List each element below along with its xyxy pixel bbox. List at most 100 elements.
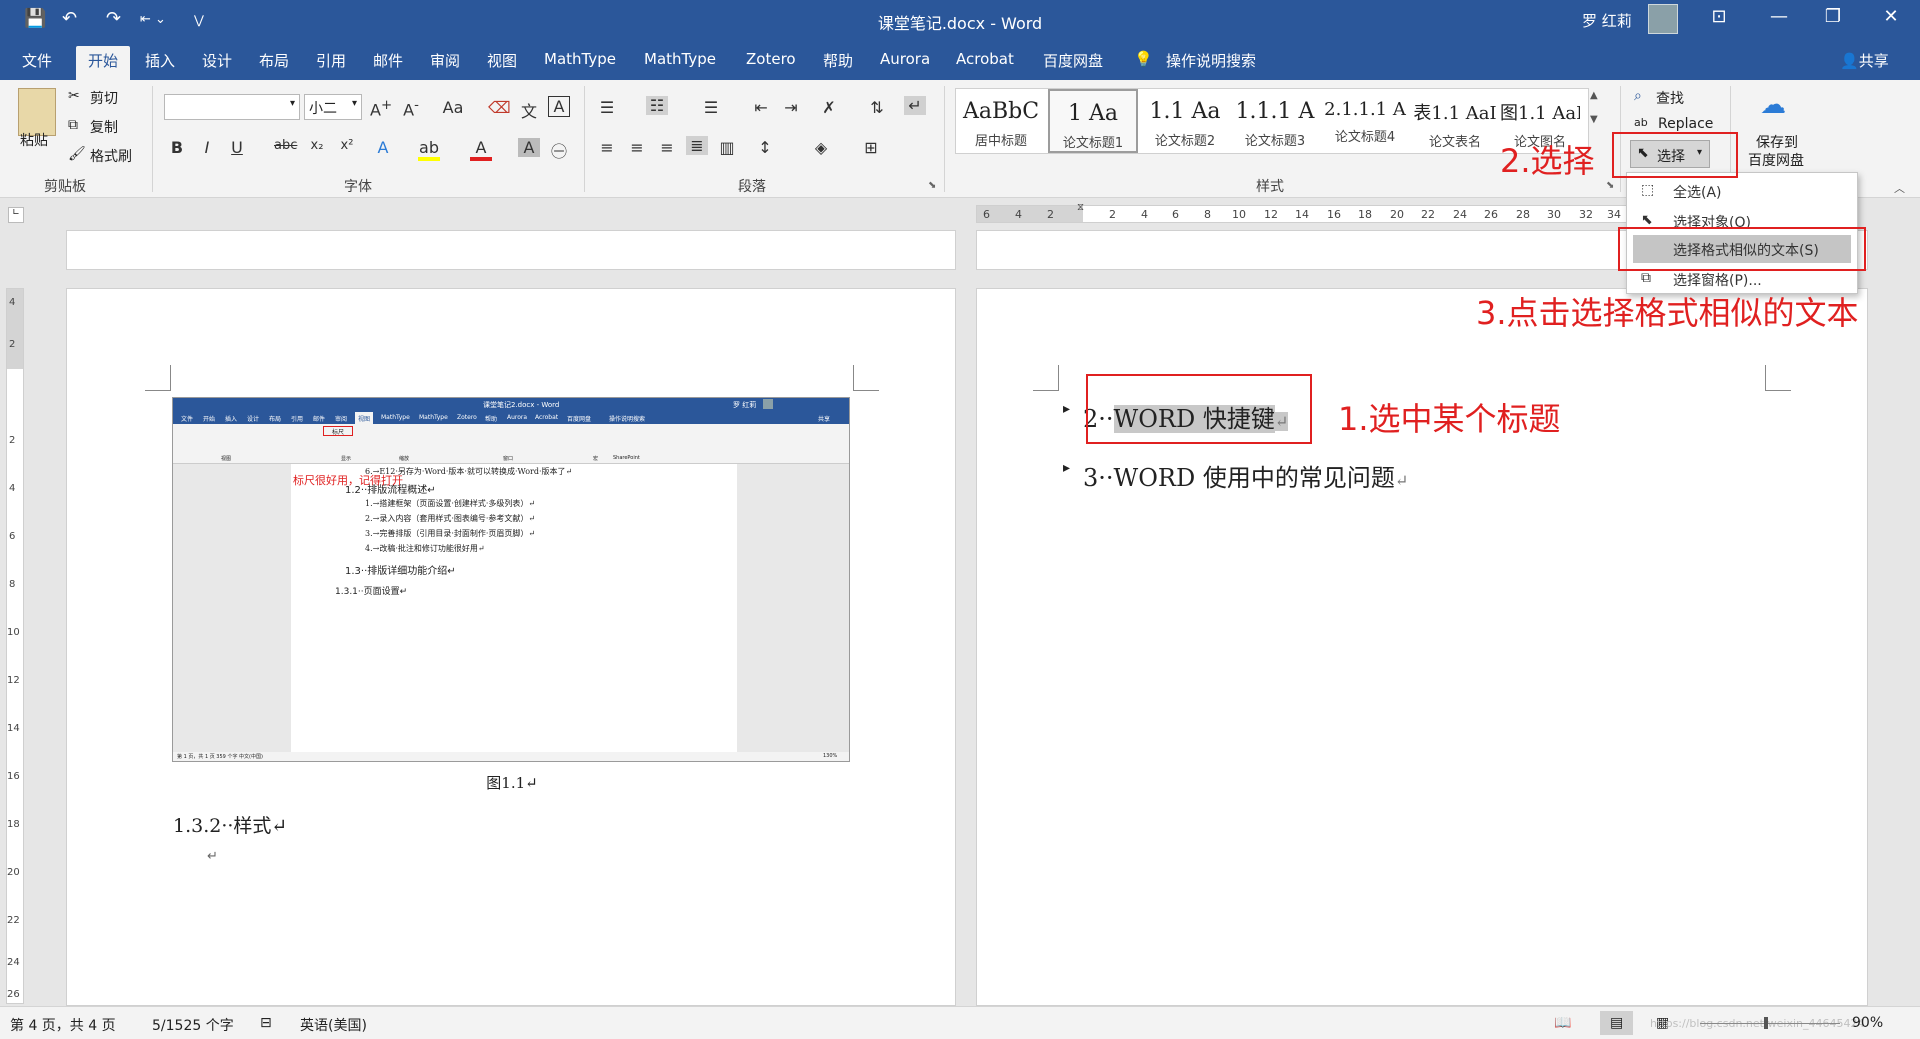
distributed-icon[interactable]: ▥ xyxy=(716,138,738,157)
enclose-character-icon[interactable]: ㊀ xyxy=(548,138,570,162)
replace-button[interactable]: Replace xyxy=(1658,116,1713,132)
tab-selector-icon[interactable]: ∟ xyxy=(8,207,24,223)
font-name-combo[interactable]: ▾ xyxy=(164,94,300,120)
line-spacing-icon[interactable]: ↕ xyxy=(754,138,776,157)
ribbon-display-icon[interactable]: ⊡ xyxy=(1704,6,1734,27)
language[interactable]: 英语(美国) xyxy=(300,1015,367,1035)
lightbulb-icon[interactable]: 💡 xyxy=(1134,50,1153,68)
grow-font-icon[interactable]: A+ xyxy=(370,98,392,119)
multilevel-list-icon[interactable]: ☰ xyxy=(700,98,722,117)
find-button[interactable]: 查找 xyxy=(1656,88,1684,108)
avatar[interactable] xyxy=(1648,4,1678,34)
tab-aurora[interactable]: Aurora xyxy=(880,50,930,68)
tab-help[interactable]: 帮助 xyxy=(823,50,853,71)
minimize-button[interactable]: — xyxy=(1764,6,1794,27)
bullets-icon[interactable]: ☰ xyxy=(596,98,618,117)
phonetic-guide-icon[interactable]: 文 xyxy=(518,98,540,122)
tab-mathtype-1[interactable]: MathType xyxy=(544,50,616,68)
tab-mailings[interactable]: 邮件 xyxy=(373,50,403,71)
format-painter-button[interactable]: 格式刷 xyxy=(90,146,132,166)
tab-design[interactable]: 设计 xyxy=(202,50,232,71)
justify-icon[interactable]: ≣ xyxy=(686,136,708,155)
style-item-selected[interactable]: 1 Aa 论文标题1 xyxy=(1048,89,1138,153)
user-name[interactable]: 罗 红莉 xyxy=(1582,10,1632,31)
copy-button[interactable]: 复制 xyxy=(90,117,118,137)
zoom-slider[interactable] xyxy=(1700,1023,1840,1024)
word-count[interactable]: 5/1525 个字 xyxy=(152,1015,234,1035)
collapse-ribbon-icon[interactable]: ︿ xyxy=(1894,180,1905,196)
italic-icon[interactable]: I xyxy=(196,138,218,157)
proofing-icon[interactable]: ⊟ xyxy=(260,1015,272,1031)
share-button[interactable]: 👤共享 xyxy=(1840,50,1889,71)
save-to-baidu-line1[interactable]: 保存到 xyxy=(1756,132,1798,152)
highlight-icon[interactable]: ab xyxy=(418,138,440,161)
shading-icon[interactable]: ◈ xyxy=(810,138,832,157)
tab-baidu-netdisk[interactable]: 百度网盘 xyxy=(1043,50,1103,71)
horizontal-ruler[interactable]: 6 4 2 2 4 6 8 10 12 14 16 18 20 22 24 26… xyxy=(976,202,1628,223)
tab-zotero[interactable]: Zotero xyxy=(746,50,796,68)
tab-review[interactable]: 审阅 xyxy=(430,50,460,71)
strikethrough-icon[interactable]: abc xyxy=(274,138,297,153)
zoom-slider-thumb[interactable] xyxy=(1764,1017,1768,1029)
subscript-icon[interactable]: x₂ xyxy=(306,138,328,153)
heading-3[interactable]: 3··WORD 使用中的常见问题↵ xyxy=(1083,458,1408,493)
close-button[interactable]: ✕ xyxy=(1876,6,1906,27)
tell-me-search[interactable]: 操作说明搜索 xyxy=(1166,50,1256,71)
superscript-icon[interactable]: x² xyxy=(336,138,358,153)
clear-format-icon[interactable]: ⌫ xyxy=(488,98,511,117)
show-marks-icon[interactable]: ↵ xyxy=(904,96,926,115)
font-size-combo[interactable]: 小二 ▾ xyxy=(304,94,362,120)
style-item[interactable]: 1.1.1 A 论文标题3 xyxy=(1230,89,1320,153)
sort-icon[interactable]: ⇅ xyxy=(866,98,888,117)
indent-marker-icon[interactable]: ⧖ xyxy=(1077,202,1084,213)
save-to-baidu-line2[interactable]: 百度网盘 xyxy=(1748,150,1804,170)
paste-button[interactable]: 粘贴 xyxy=(20,130,48,150)
change-case-button[interactable]: Aa xyxy=(436,98,470,117)
tab-view[interactable]: 视图 xyxy=(487,50,517,71)
tab-references[interactable]: 引用 xyxy=(316,50,346,71)
align-right-icon[interactable]: ≡ xyxy=(656,138,678,157)
align-left-icon[interactable]: ≡ xyxy=(596,138,618,157)
tab-layout[interactable]: 布局 xyxy=(259,50,289,71)
dialog-launcher-icon[interactable]: ⬊ xyxy=(928,180,936,191)
character-shading-icon[interactable]: A xyxy=(518,138,540,157)
increase-indent-icon[interactable]: ⇥ xyxy=(780,98,802,117)
style-item[interactable]: AaBbC 居中标题 xyxy=(956,89,1046,153)
baidu-cloud-icon[interactable]: ☁ xyxy=(1760,90,1786,120)
character-border-icon[interactable]: A xyxy=(548,96,570,117)
bold-icon[interactable]: B xyxy=(166,138,188,157)
zoom-level[interactable]: 90% xyxy=(1852,1015,1883,1031)
vertical-ruler[interactable]: 4 2 2 4 6 8 10 12 14 16 18 20 22 24 26 xyxy=(6,288,24,1004)
tab-home[interactable]: 开始 xyxy=(76,46,131,83)
gallery-scroll-up-icon[interactable]: ▲ xyxy=(1590,90,1598,101)
style-item[interactable]: 1.1 Aa 论文标题2 xyxy=(1140,89,1230,153)
style-item[interactable]: 2.1.1.1 A 论文标题4 xyxy=(1320,89,1410,153)
borders-icon[interactable]: ⊞ xyxy=(860,138,882,157)
tab-acrobat[interactable]: Acrobat xyxy=(956,50,1014,68)
menu-item-select-all[interactable]: ⬚ 全选(A) xyxy=(1627,177,1857,205)
shrink-font-icon[interactable]: A- xyxy=(400,98,422,119)
tab-insert[interactable]: 插入 xyxy=(145,50,175,71)
find-icon[interactable]: ⌕ xyxy=(1634,88,1642,104)
dialog-launcher-icon[interactable]: ⬊ xyxy=(1606,180,1614,191)
style-item[interactable]: 表1.1 AaI 论文表名 xyxy=(1410,89,1500,153)
paste-icon[interactable] xyxy=(18,88,56,136)
font-color-icon[interactable]: A xyxy=(470,138,492,161)
read-mode-icon[interactable]: 📖 xyxy=(1554,1015,1571,1031)
decrease-indent-icon[interactable]: ⇤ xyxy=(750,98,772,117)
maximize-button[interactable]: ❐ xyxy=(1818,6,1848,27)
gallery-scroll-down-icon[interactable]: ▼ xyxy=(1590,114,1598,125)
chinese-layout-icon[interactable]: ✗ xyxy=(818,98,840,117)
format-painter-icon[interactable]: 🖌 xyxy=(68,146,86,162)
replace-icon[interactable]: ab xyxy=(1634,116,1648,129)
page-count[interactable]: 第 4 页，共 4 页 xyxy=(10,1015,116,1035)
underline-icon[interactable]: U xyxy=(226,138,248,157)
tab-file[interactable]: 文件 xyxy=(22,50,52,71)
print-layout-icon[interactable]: ▤ xyxy=(1600,1011,1634,1035)
align-center-icon[interactable]: ≡ xyxy=(626,138,648,157)
embedded-screenshot-figure[interactable]: 课堂笔记2.docx - Word 罗 红莉 文件 开始 插入 设计 布局 引用… xyxy=(172,397,850,762)
numbering-icon[interactable]: ☷ xyxy=(646,96,668,115)
copy-icon[interactable]: ⧉ xyxy=(68,117,78,133)
scissors-icon[interactable]: ✂ xyxy=(68,88,80,104)
text-effects-icon[interactable]: A xyxy=(372,138,394,157)
